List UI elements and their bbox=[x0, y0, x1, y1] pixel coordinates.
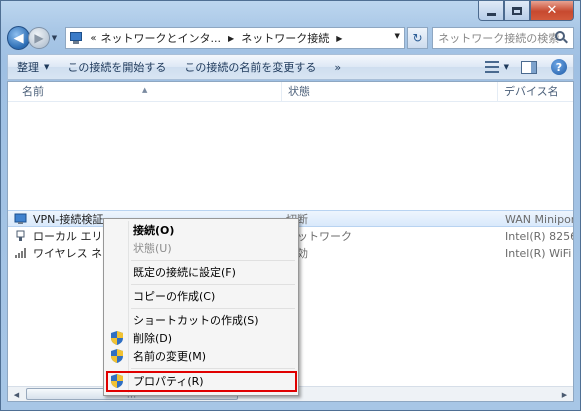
preview-pane-icon[interactable] bbox=[521, 60, 537, 74]
breadcrumb-network-internet[interactable]: ネットワークとインタ... bbox=[101, 30, 222, 46]
scroll-right-icon[interactable]: ▶ bbox=[556, 387, 573, 401]
organize-label: 整理 bbox=[17, 61, 39, 74]
column-header-name[interactable]: 名前 ▲ bbox=[16, 82, 282, 102]
connection-status: 切断 bbox=[286, 211, 496, 228]
menu-item-set-default[interactable]: 既定の接続に設定(F) bbox=[106, 263, 296, 282]
column-header-row: 名前 ▲ 状態 デバイス名 bbox=[8, 82, 573, 102]
column-header-status[interactable]: 状態 bbox=[282, 82, 498, 102]
menu-separator bbox=[131, 308, 295, 309]
more-commands-button[interactable]: » bbox=[325, 55, 350, 79]
breadcrumb-separator-icon[interactable]: ▶ bbox=[228, 34, 234, 43]
menu-separator bbox=[131, 284, 295, 285]
connection-device: Intel(R) WiFi L bbox=[505, 247, 574, 260]
refresh-button[interactable]: ↻ bbox=[406, 27, 429, 49]
back-button[interactable]: ◀ bbox=[7, 26, 31, 50]
menu-separator bbox=[131, 368, 295, 369]
address-dropdown-icon[interactable]: ▼ bbox=[394, 32, 399, 40]
menu-item-create-copy[interactable]: コピーの作成(C) bbox=[106, 287, 296, 306]
navigation-bar: ◀ ▶ ▼ « ネットワークとインタ... ▶ ネットワーク接続 ▶ ▼ ↻ ネ… bbox=[7, 25, 574, 51]
highlight-annotation-box bbox=[106, 371, 297, 392]
menu-item-status[interactable]: 状態(U) bbox=[106, 239, 296, 258]
address-bar[interactable]: « ネットワークとインタ... ▶ ネットワーク接続 ▶ ▼ bbox=[65, 27, 405, 49]
vpn-icon bbox=[14, 213, 27, 224]
menu-separator bbox=[131, 260, 295, 261]
close-icon: ✕ bbox=[546, 3, 558, 18]
organize-button[interactable]: 整理 ▼ bbox=[8, 55, 58, 79]
command-bar: 整理 ▼ この接続を開始する この接続の名前を変更する » ▼ ? bbox=[7, 54, 574, 80]
view-options-chevron-icon[interactable]: ▼ bbox=[504, 63, 509, 71]
search-placeholder: ネットワーク接続の検索 bbox=[438, 32, 560, 45]
rename-connection-button[interactable]: この接続の名前を変更する bbox=[175, 55, 325, 79]
forward-button[interactable]: ▶ bbox=[28, 27, 50, 49]
connection-status: 無効 bbox=[286, 245, 496, 262]
context-menu: 接続(O) 状態(U) 既定の接続に設定(F) コピーの作成(C) ショートカッ… bbox=[103, 218, 299, 396]
breadcrumb-separator-icon[interactable]: ▶ bbox=[336, 34, 342, 43]
minimize-button[interactable] bbox=[478, 1, 504, 21]
search-input[interactable]: ネットワーク接続の検索 bbox=[432, 27, 574, 49]
menu-item-delete[interactable]: 削除(D) bbox=[106, 329, 296, 348]
maximize-icon bbox=[512, 6, 522, 15]
help-icon[interactable]: ? bbox=[551, 59, 567, 75]
column-header-device[interactable]: デバイス名 bbox=[498, 82, 573, 102]
shield-icon bbox=[111, 331, 123, 345]
maximize-button[interactable] bbox=[504, 1, 530, 21]
chevron-down-icon: ▼ bbox=[51, 34, 58, 42]
caption-buttons: ✕ bbox=[478, 1, 574, 21]
menu-item-create-shortcut[interactable]: ショートカットの作成(S) bbox=[106, 311, 296, 330]
column-header-name-label: 名前 bbox=[22, 85, 44, 98]
connection-status: ネットワーク bbox=[286, 230, 352, 243]
menu-item-connect[interactable]: 接続(O) bbox=[106, 221, 296, 240]
shield-icon bbox=[111, 349, 123, 363]
network-connections-icon bbox=[69, 30, 85, 46]
breadcrumb-overflow-icon[interactable]: « bbox=[90, 33, 96, 44]
menu-item-rename[interactable]: 名前の変更(M) bbox=[106, 347, 296, 366]
lan-icon bbox=[16, 230, 25, 241]
start-connection-button[interactable]: この接続を開始する bbox=[58, 55, 175, 79]
minimize-icon bbox=[486, 12, 496, 16]
connection-device: Intel(R) 82567 bbox=[505, 230, 573, 243]
chevron-down-icon: ▼ bbox=[44, 63, 50, 71]
menu-item-label: 削除(D) bbox=[133, 332, 173, 345]
breadcrumb-network-connections[interactable]: ネットワーク接続 bbox=[241, 30, 329, 46]
refresh-icon: ↻ bbox=[412, 31, 423, 45]
explorer-window: ✕ ◀ ▶ ▼ « ネットワークとインタ... ▶ ネットワーク接続 ▶ ▼ ↻… bbox=[0, 0, 581, 411]
menu-item-label: 名前の変更(M) bbox=[133, 350, 207, 363]
search-icon bbox=[555, 31, 569, 45]
back-arrow-icon: ◀ bbox=[13, 30, 24, 46]
wireless-icon bbox=[15, 248, 26, 258]
close-button[interactable]: ✕ bbox=[530, 1, 574, 21]
change-view-icon[interactable] bbox=[484, 61, 499, 73]
sort-ascending-icon: ▲ bbox=[142, 86, 148, 94]
connection-device: WAN Miniport bbox=[505, 213, 574, 226]
forward-arrow-icon: ▶ bbox=[34, 31, 44, 45]
scroll-left-icon[interactable]: ◀ bbox=[8, 387, 25, 401]
recent-pages-dropdown[interactable]: ▼ bbox=[52, 34, 62, 42]
